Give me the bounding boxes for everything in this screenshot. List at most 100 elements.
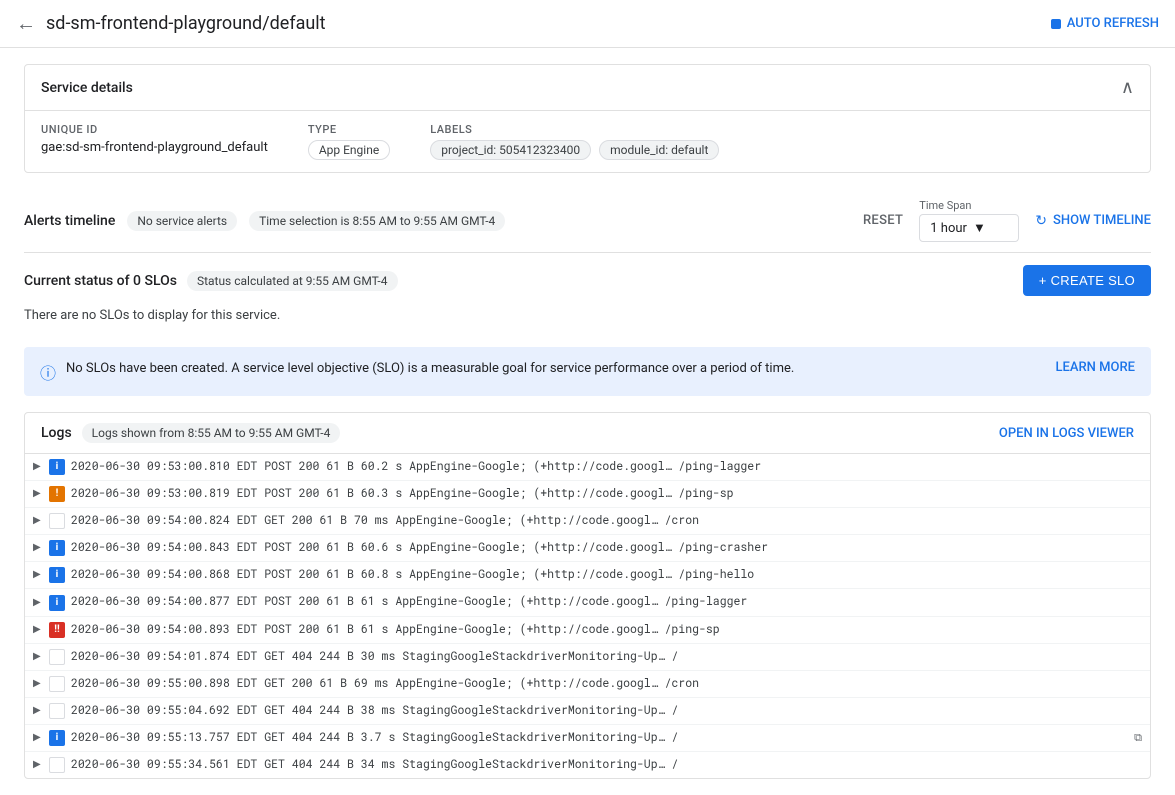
type-chip: App Engine (308, 140, 390, 160)
log-expand-icon[interactable]: ▶ (33, 460, 43, 474)
topbar-left: ← sd-sm-frontend-playground/default (16, 11, 326, 36)
no-alerts-chip: No service alerts (127, 211, 237, 231)
slo-header: Current status of 0 SLOs Status calculat… (24, 265, 1151, 296)
open-logs-viewer-button[interactable]: OPEN IN LOGS VIEWER (999, 426, 1134, 441)
log-text: 2020-06-30 09:53:00.819 EDT POST 200 61 … (71, 486, 734, 502)
logs-title: Logs (41, 425, 72, 441)
type-field: TYPE App Engine (308, 123, 390, 160)
info-banner: ⓘ No SLOs have been created. A service l… (24, 347, 1151, 396)
auto-refresh-label: AUTO REFRESH (1067, 16, 1159, 31)
type-label: TYPE (308, 123, 390, 136)
log-text: 2020-06-30 09:53:00.810 EDT POST 200 61 … (71, 459, 761, 475)
log-expand-icon[interactable]: ▶ (33, 758, 43, 772)
service-details-title: Service details (41, 80, 133, 96)
info-text: No SLOs have been created. A service lev… (66, 359, 794, 379)
log-text: 2020-06-30 09:55:13.757 EDT GET 404 244 … (71, 730, 678, 746)
log-expand-icon[interactable]: ▶ (33, 704, 43, 718)
unique-id-label: UNIQUE ID (41, 123, 268, 136)
logs-section: Logs Logs shown from 8:55 AM to 9:55 AM … (24, 412, 1151, 779)
refresh-icon: ↻ (1035, 213, 1047, 229)
auto-refresh-button[interactable]: AUTO REFRESH (1051, 16, 1159, 31)
topbar: ← sd-sm-frontend-playground/default AUTO… (0, 0, 1175, 48)
service-details-card: Service details ∧ UNIQUE ID gae:sd-sm-fr… (24, 64, 1151, 173)
timespan-label: Time Span (919, 199, 1019, 212)
log-row: ▶ 2020-06-30 09:54:01.874 EDT GET 404 244… (25, 644, 1150, 671)
unique-id-field: UNIQUE ID gae:sd-sm-frontend-playground_… (41, 123, 268, 155)
log-row: ▶ i 2020-06-30 09:54:00.868 EDT POST 200 6… (25, 562, 1150, 589)
log-row: ▶ i 2020-06-30 09:53:00.810 EDT POST 200 6… (25, 454, 1150, 481)
log-expand-icon[interactable]: ▶ (33, 596, 43, 610)
log-text: 2020-06-30 09:55:04.692 EDT GET 404 244 … (71, 703, 678, 719)
log-row: ▶ 2020-06-30 09:54:00.824 EDT GET 200 61 … (25, 508, 1150, 535)
log-error-icon: !! (49, 622, 65, 638)
log-text: 2020-06-30 09:54:00.868 EDT POST 200 61 … (71, 567, 754, 583)
time-selection-chip: Time selection is 8:55 AM to 9:55 AM GMT… (249, 211, 505, 231)
log-empty-icon (49, 676, 65, 692)
slo-section: Current status of 0 SLOs Status calculat… (24, 253, 1151, 347)
timespan-wrapper: Time Span 1 hour ▼ (919, 199, 1019, 242)
log-row: ▶ i 2020-06-30 09:54:00.877 EDT POST 200 6… (25, 589, 1150, 616)
show-timeline-button[interactable]: ↻ SHOW TIMELINE (1035, 213, 1151, 229)
log-expand-icon[interactable]: ▶ (33, 541, 43, 555)
log-text: 2020-06-30 09:54:00.893 EDT POST 200 61 … (71, 622, 720, 638)
log-rows-container: ▶ i 2020-06-30 09:53:00.810 EDT POST 200 6… (25, 454, 1150, 778)
log-text: 2020-06-30 09:54:00.843 EDT POST 200 61 … (71, 540, 768, 556)
alerts-left: Alerts timeline No service alerts Time s… (24, 211, 505, 231)
log-expand-icon[interactable]: ▶ (33, 514, 43, 528)
log-expand-icon[interactable]: ▶ (33, 487, 43, 501)
learn-more-button[interactable]: LEARN MORE (1056, 360, 1135, 375)
labels-label: LABELS (430, 123, 719, 136)
log-expand-icon[interactable]: ▶ (33, 731, 43, 745)
timespan-value: 1 hour (930, 221, 967, 236)
timespan-select[interactable]: 1 hour ▼ (919, 214, 1019, 242)
log-external-link-icon[interactable]: ⧉ (1134, 730, 1142, 745)
service-details-body: UNIQUE ID gae:sd-sm-frontend-playground_… (25, 111, 1150, 172)
log-text: 2020-06-30 09:55:34.561 EDT GET 404 244 … (71, 757, 678, 773)
log-info-icon: i (49, 595, 65, 611)
log-row: ▶ i 2020-06-30 09:54:00.843 EDT POST 200 6… (25, 535, 1150, 562)
auto-refresh-dot-icon (1051, 19, 1061, 29)
log-row: ▶ 2020-06-30 09:55:34.561 EDT GET 404 244… (25, 752, 1150, 778)
info-banner-left: ⓘ No SLOs have been created. A service l… (40, 359, 794, 384)
log-expand-icon[interactable]: ▶ (33, 568, 43, 582)
label1-chip: project_id: 505412323400 (430, 140, 591, 160)
service-details-header: Service details ∧ (25, 65, 1150, 111)
slo-empty-text: There are no SLOs to display for this se… (24, 304, 1151, 335)
collapse-icon[interactable]: ∧ (1121, 77, 1134, 98)
log-text: 2020-06-30 09:54:01.874 EDT GET 404 244 … (71, 649, 678, 665)
logs-time-chip: Logs shown from 8:55 AM to 9:55 AM GMT-4 (82, 423, 341, 443)
log-row: ▶ 2020-06-30 09:55:00.898 EDT GET 200 61 … (25, 671, 1150, 698)
log-empty-icon (49, 757, 65, 773)
create-slo-button[interactable]: + CREATE SLO (1023, 265, 1151, 296)
log-text: 2020-06-30 09:54:00.824 EDT GET 200 61 B… (71, 513, 699, 529)
log-text: 2020-06-30 09:55:00.898 EDT GET 200 61 B… (71, 676, 699, 692)
label2-chip: module_id: default (599, 140, 719, 160)
log-info-icon: i (49, 567, 65, 583)
log-info-icon: i (49, 540, 65, 556)
chevron-down-icon: ▼ (973, 220, 986, 236)
slo-title: Current status of 0 SLOs (24, 273, 177, 289)
log-info-icon: i (49, 459, 65, 475)
logs-header-left: Logs Logs shown from 8:55 AM to 9:55 AM … (41, 423, 340, 443)
log-empty-icon (49, 703, 65, 719)
alerts-timeline-row: Alerts timeline No service alerts Time s… (24, 189, 1151, 253)
show-timeline-label: SHOW TIMELINE (1053, 213, 1151, 228)
back-arrow-icon[interactable]: ← (16, 11, 36, 36)
log-empty-icon (49, 513, 65, 529)
info-icon: ⓘ (40, 360, 56, 384)
log-row: ▶! 2020-06-30 09:53:00.819 EDT POST 200 6… (25, 481, 1150, 508)
log-row: ▶ i 2020-06-30 09:55:13.757 EDT GET 404 24… (25, 725, 1150, 752)
log-info-icon: i (49, 730, 65, 746)
logs-header: Logs Logs shown from 8:55 AM to 9:55 AM … (25, 413, 1150, 454)
log-row: ▶ 2020-06-30 09:55:04.692 EDT GET 404 244… (25, 698, 1150, 725)
reset-button[interactable]: RESET (863, 213, 903, 228)
log-expand-icon[interactable]: ▶ (33, 623, 43, 637)
slo-status-chip: Status calculated at 9:55 AM GMT-4 (187, 271, 398, 291)
log-warn-icon: ! (49, 486, 65, 502)
log-row: ▶!! 2020-06-30 09:54:00.893 EDT POST 200 … (25, 617, 1150, 644)
log-text: 2020-06-30 09:54:00.877 EDT POST 200 61 … (71, 594, 747, 610)
main-content: Service details ∧ UNIQUE ID gae:sd-sm-fr… (0, 48, 1175, 795)
log-expand-icon[interactable]: ▶ (33, 677, 43, 691)
log-expand-icon[interactable]: ▶ (33, 650, 43, 664)
log-empty-icon (49, 649, 65, 665)
